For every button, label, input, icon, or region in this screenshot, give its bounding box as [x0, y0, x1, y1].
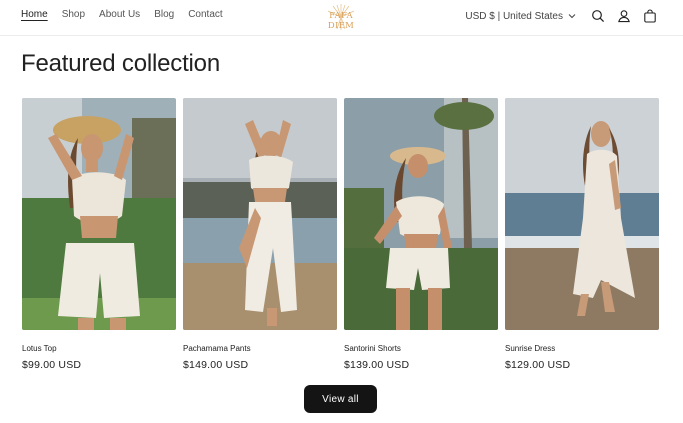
nav-blog[interactable]: Blog [154, 9, 174, 20]
section-title: Featured collection [21, 50, 220, 77]
search-icon[interactable] [590, 8, 606, 24]
product-image[interactable] [183, 98, 337, 330]
nav-about-us[interactable]: About Us [99, 9, 140, 20]
nav-home[interactable]: Home [21, 9, 48, 20]
nav-contact[interactable]: Contact [188, 9, 222, 20]
product-card[interactable]: Sunrise Dress $129.00 USD [505, 98, 659, 371]
product-title[interactable]: Sunrise Dress [505, 344, 659, 353]
cart-icon[interactable] [642, 8, 658, 24]
product-card[interactable]: Santorini Shorts $139.00 USD [344, 98, 498, 371]
product-image[interactable] [22, 98, 176, 330]
product-price: $99.00 USD [22, 359, 82, 371]
header-utilities: USD $ | United States [465, 8, 658, 24]
product-card[interactable]: Lotus Top $99.00 USD [22, 98, 176, 371]
chevron-down-icon [568, 12, 576, 20]
site-header: Home Shop About Us Blog Contact FAFA DIE… [0, 0, 683, 36]
currency-label: USD $ | United States [465, 10, 563, 22]
view-all-button[interactable]: View all [304, 385, 377, 413]
product-image[interactable] [505, 98, 659, 330]
site-logo[interactable]: FAFA DIEM [315, 2, 367, 32]
product-image[interactable] [344, 98, 498, 330]
logo-text: FAFA DIEM [327, 11, 355, 31]
account-icon[interactable] [616, 8, 632, 24]
product-title[interactable]: Lotus Top [22, 344, 176, 353]
main-nav: Home Shop About Us Blog Contact [21, 9, 223, 20]
nav-shop[interactable]: Shop [62, 9, 85, 20]
product-price: $139.00 USD [344, 359, 410, 371]
currency-selector[interactable]: USD $ | United States [465, 11, 576, 22]
product-title[interactable]: Santorini Shorts [344, 344, 498, 353]
product-price: $129.00 USD [505, 359, 571, 371]
product-card[interactable]: Pachamama Pants $149.00 USD [183, 98, 337, 371]
product-price: $149.00 USD [183, 359, 249, 371]
product-title[interactable]: Pachamama Pants [183, 344, 337, 353]
